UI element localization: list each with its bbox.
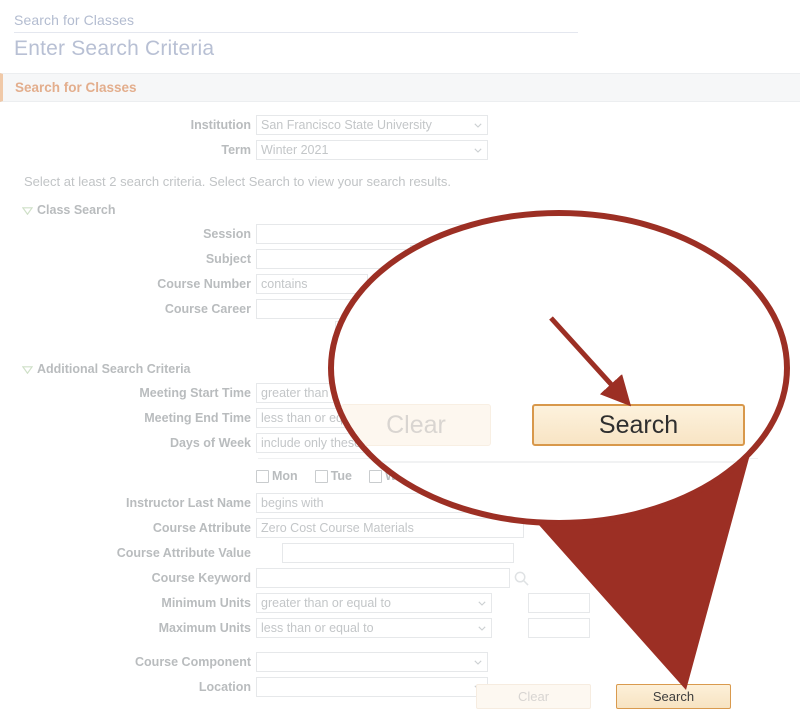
page-title: Enter Search Criteria bbox=[14, 37, 215, 60]
row-institution: Institution San Francisco State Universi… bbox=[0, 114, 800, 136]
row-minimum-units: Minimum Units greater than or equal to bbox=[0, 592, 800, 614]
chevron-down-icon bbox=[474, 148, 482, 153]
institution-select[interactable]: San Francisco State University bbox=[256, 115, 488, 135]
course-keyword-input[interactable] bbox=[256, 568, 510, 588]
section-class-search-label: Class Search bbox=[37, 203, 116, 217]
term-value: Winter 2021 bbox=[261, 143, 329, 157]
institution-value: San Francisco State University bbox=[261, 118, 432, 132]
maximum-units-input[interactable] bbox=[528, 618, 590, 638]
label-course-attribute: Course Attribute bbox=[152, 521, 251, 535]
label-institution: Institution bbox=[190, 118, 251, 132]
row-maximum-units: Maximum Units less than or equal to bbox=[0, 617, 800, 639]
label-course-career: Course Career bbox=[164, 302, 251, 316]
row-course-attribute: Course Attribute Zero Cost Course Materi… bbox=[0, 517, 800, 539]
minimum-units-input[interactable] bbox=[528, 593, 590, 613]
row-course-component: Course Component bbox=[0, 651, 800, 673]
page-header: Search for Classes Enter Search Criteria bbox=[0, 0, 800, 71]
triangle-down-icon bbox=[22, 365, 33, 374]
callout-lens: Clear Search bbox=[328, 210, 790, 526]
label-course-component: Course Component bbox=[135, 655, 251, 669]
form-action-bar: Clear Search bbox=[0, 684, 800, 709]
label-session: Session bbox=[203, 227, 251, 241]
breadcrumb[interactable]: Search for Classes bbox=[0, 12, 800, 32]
label-meeting-end-time: Meeting End Time bbox=[144, 411, 251, 425]
minimum-units-value: greater than or equal to bbox=[261, 596, 391, 610]
label-maximum-units: Maximum Units bbox=[158, 621, 251, 635]
checkbox-mon[interactable]: Mon bbox=[256, 469, 298, 483]
checkbox-box-tue[interactable] bbox=[314, 469, 328, 483]
maximum-units-value: less than or equal to bbox=[261, 621, 374, 635]
chevron-down-icon bbox=[478, 601, 486, 606]
label-meeting-start-time: Meeting Start Time bbox=[139, 386, 251, 400]
chevron-down-icon bbox=[478, 626, 486, 631]
checkbox-label-mon: Mon bbox=[272, 469, 298, 483]
label-course-attribute-value: Course Attribute Value bbox=[116, 546, 251, 560]
group-box-header: Search for Classes bbox=[0, 73, 800, 102]
triangle-down-icon bbox=[22, 206, 33, 215]
label-term: Term bbox=[221, 143, 251, 157]
label-course-keyword: Course Keyword bbox=[151, 571, 251, 585]
clear-button[interactable]: Clear bbox=[476, 684, 591, 709]
label-instructor-last-name: Instructor Last Name bbox=[125, 496, 251, 510]
course-component-select[interactable] bbox=[256, 652, 488, 672]
course-attribute-value-input[interactable] bbox=[282, 543, 514, 563]
search-icon[interactable] bbox=[514, 571, 529, 586]
chevron-down-icon bbox=[474, 123, 482, 128]
label-days-of-week: Days of Week bbox=[169, 436, 251, 450]
section-additional-criteria-label: Additional Search Criteria bbox=[37, 362, 191, 376]
term-select[interactable]: Winter 2021 bbox=[256, 140, 488, 160]
course-attribute-select[interactable]: Zero Cost Course Materials bbox=[256, 518, 524, 538]
search-button[interactable]: Search bbox=[616, 684, 731, 709]
row-course-attribute-value: Course Attribute Value bbox=[0, 542, 800, 564]
checkbox-box-mon[interactable] bbox=[256, 469, 269, 483]
chevron-down-icon bbox=[474, 660, 482, 665]
maximum-units-operator[interactable]: less than or equal to bbox=[256, 618, 492, 638]
row-course-keyword: Course Keyword bbox=[0, 567, 800, 589]
form-instructions: Select at least 2 search criteria. Selec… bbox=[24, 174, 452, 189]
minimum-units-operator[interactable]: greater than or equal to bbox=[256, 593, 492, 613]
row-term: Term Winter 2021 bbox=[0, 139, 800, 161]
callout-arrow bbox=[334, 216, 784, 520]
label-subject: Subject bbox=[205, 252, 251, 266]
label-minimum-units: Minimum Units bbox=[161, 596, 251, 610]
label-course-number: Course Number bbox=[157, 277, 251, 291]
